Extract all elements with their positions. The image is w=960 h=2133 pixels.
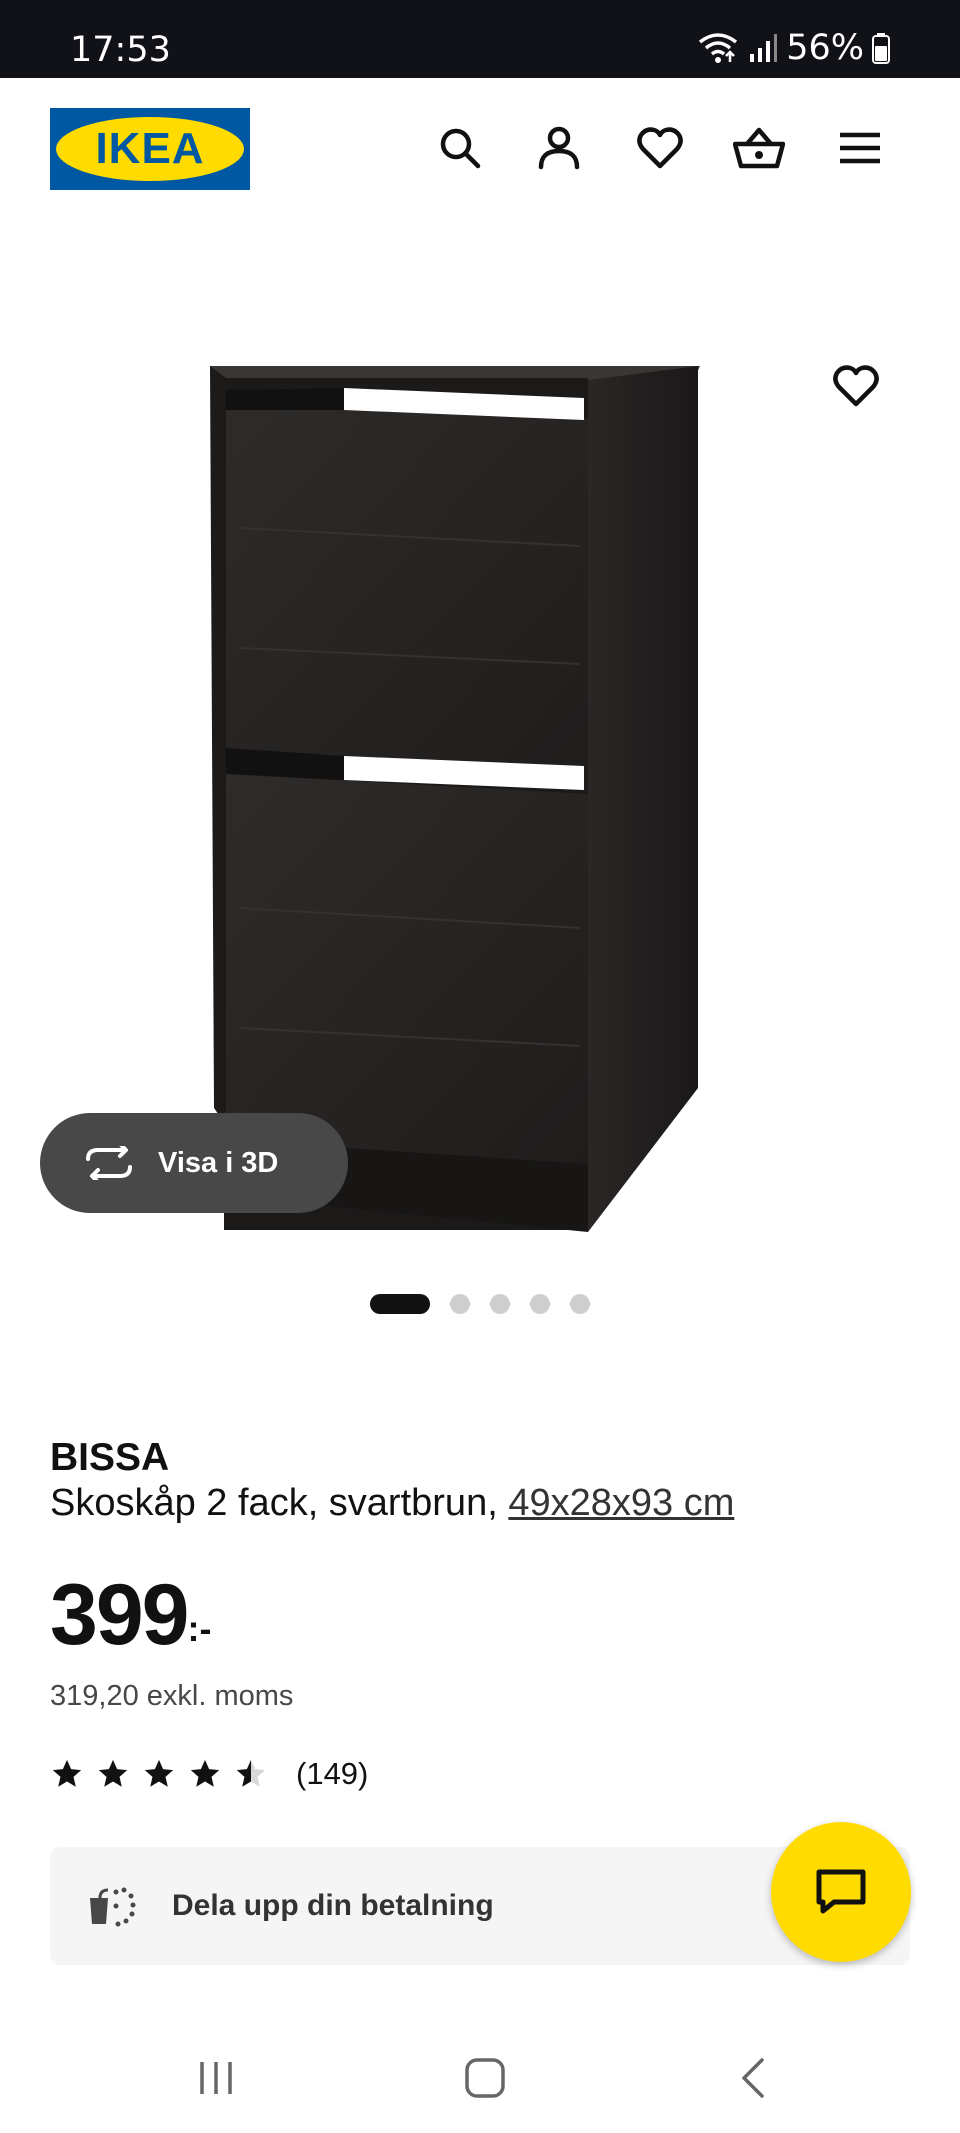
logo-text: IKEA xyxy=(95,124,205,173)
status-bar: 17:53 56% xyxy=(0,0,960,78)
star-full-icon xyxy=(52,1759,82,1787)
rating-count: (149) xyxy=(296,1756,369,1791)
star-full-icon xyxy=(190,1759,220,1787)
gallery-dot-4[interactable] xyxy=(530,1294,550,1314)
menu-icon[interactable] xyxy=(832,120,888,176)
star-full-icon xyxy=(144,1759,174,1787)
view-3d-label: Visa i 3D xyxy=(158,1146,279,1179)
gallery-dot-5[interactable] xyxy=(570,1294,590,1314)
status-icons: 56% xyxy=(696,28,890,68)
gallery-dot-2[interactable] xyxy=(450,1294,470,1314)
product-image[interactable] xyxy=(0,228,960,1248)
star-half-icon xyxy=(236,1759,266,1787)
recent-apps-icon[interactable] xyxy=(186,2048,246,2108)
price-suffix: :- xyxy=(187,1608,212,1649)
favorite-product-icon[interactable] xyxy=(832,364,888,420)
heart-icon[interactable] xyxy=(632,120,688,176)
product-description-text: Skoskåp 2 fack, svartbrun, xyxy=(50,1482,509,1524)
price-value: 399 xyxy=(50,1567,189,1663)
split-payment-icon xyxy=(90,1887,136,1927)
battery-percent: 56% xyxy=(786,28,864,68)
chat-button[interactable] xyxy=(771,1822,911,1962)
gallery-dot-3[interactable] xyxy=(490,1294,510,1314)
chat-icon xyxy=(816,1869,866,1914)
star-full-icon xyxy=(98,1759,128,1787)
site-header: IKEA xyxy=(0,78,960,228)
product-price: 399 :- xyxy=(50,1570,211,1660)
back-icon[interactable] xyxy=(724,2048,784,2108)
product-description: Skoskåp 2 fack, svartbrun, 49x28x93 cm xyxy=(50,1482,734,1525)
wifi-icon xyxy=(699,33,738,63)
account-icon[interactable] xyxy=(531,120,587,176)
rotate-3d-icon xyxy=(86,1146,132,1180)
system-nav-bar xyxy=(0,2020,960,2133)
ikea-logo[interactable]: IKEA xyxy=(50,108,250,190)
battery-icon xyxy=(872,33,890,64)
price-excl-vat: 319,20 exkl. moms xyxy=(50,1680,294,1712)
shoe-cabinet-image xyxy=(210,366,700,1232)
signal-icon xyxy=(750,34,778,62)
cart-icon[interactable] xyxy=(731,120,787,176)
product-name: BISSA xyxy=(50,1436,170,1479)
gallery-pagination xyxy=(0,1292,960,1316)
view-3d-button[interactable]: Visa i 3D xyxy=(40,1113,348,1213)
product-rating[interactable]: (149) xyxy=(50,1756,368,1792)
product-dimensions-link[interactable]: 49x28x93 cm xyxy=(508,1482,734,1524)
home-icon[interactable] xyxy=(455,2048,515,2108)
gallery-dot-1[interactable] xyxy=(370,1294,430,1314)
search-icon[interactable] xyxy=(432,120,488,176)
logo-ellipse: IKEA xyxy=(56,117,244,181)
split-payment-label: Dela upp din betalning xyxy=(172,1889,494,1922)
status-time: 17:53 xyxy=(70,30,171,70)
